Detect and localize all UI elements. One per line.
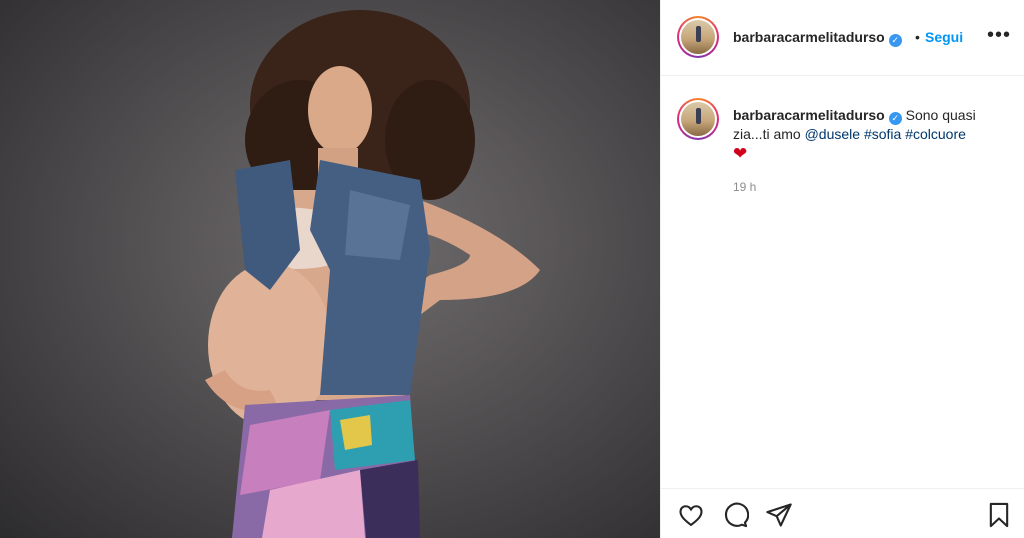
- more-options-icon[interactable]: •••: [987, 24, 1011, 47]
- post-photo[interactable]: [0, 0, 660, 538]
- caption-username[interactable]: barbaracarmelitadurso: [733, 107, 885, 123]
- mention-link[interactable]: @dusele: [805, 126, 860, 142]
- verified-badge-icon: ✓: [888, 34, 902, 47]
- post-header: barbaracarmelitadurso ✓ • Segui •••: [661, 0, 1024, 76]
- hashtag-link[interactable]: #colcuore: [905, 126, 966, 142]
- heart-icon[interactable]: [677, 501, 705, 529]
- heart-emoji: ❤: [733, 144, 748, 163]
- hashtag-link[interactable]: #sofia: [864, 126, 901, 142]
- username-link[interactable]: barbaracarmelitadurso ✓: [733, 29, 902, 47]
- action-bar: [661, 488, 1024, 538]
- caption-avatar[interactable]: [677, 98, 719, 140]
- post-side-panel: barbaracarmelitadurso ✓ • Segui ••• barba…: [660, 0, 1024, 538]
- post-time[interactable]: 19 h: [733, 180, 756, 194]
- comment-icon[interactable]: [721, 501, 750, 529]
- follow-button[interactable]: Segui: [925, 29, 963, 45]
- caption-text: barbaracarmelitadurso ✓ Sono quasi zia...…: [733, 106, 1003, 164]
- avatar[interactable]: [677, 16, 719, 58]
- bookmark-icon[interactable]: [985, 501, 1013, 529]
- photo-illustration: [205, 10, 540, 538]
- share-icon[interactable]: [765, 501, 793, 529]
- separator: •: [915, 29, 920, 45]
- verified-badge-icon: ✓: [888, 112, 902, 125]
